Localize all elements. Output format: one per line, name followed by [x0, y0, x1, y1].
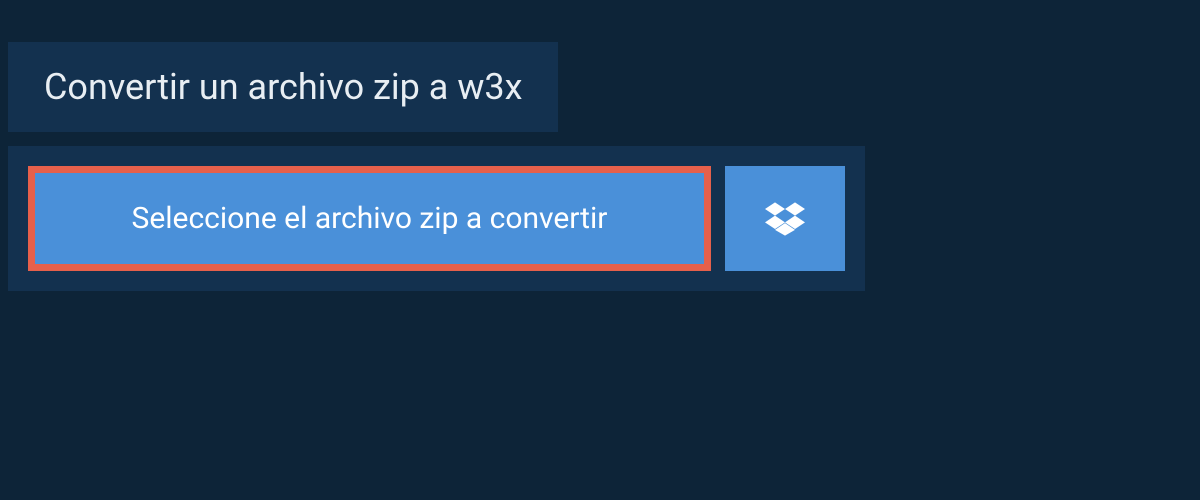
dropbox-icon [765, 199, 805, 239]
header-tab: Convertir un archivo zip a w3x [8, 42, 558, 132]
dropbox-button[interactable] [725, 166, 845, 271]
upload-panel: Seleccione el archivo zip a convertir [8, 146, 865, 291]
page-title: Convertir un archivo zip a w3x [44, 66, 522, 108]
select-file-button[interactable]: Seleccione el archivo zip a convertir [28, 166, 711, 271]
